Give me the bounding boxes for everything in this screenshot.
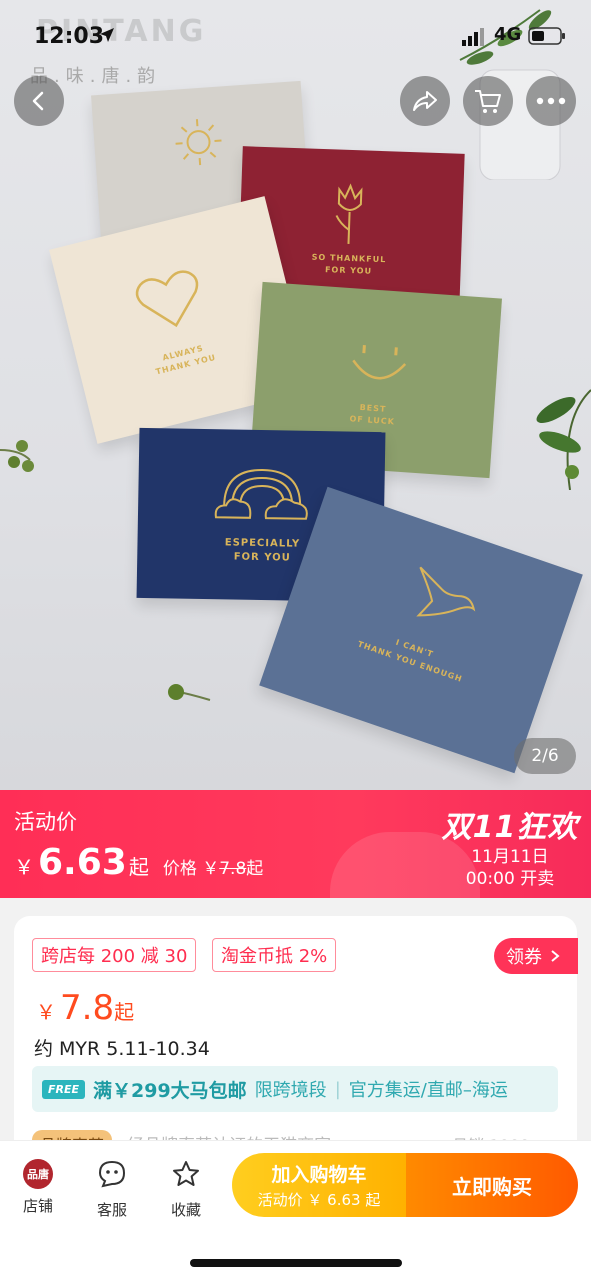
get-coupon-label: 领券 — [506, 947, 542, 968]
cart-button[interactable] — [463, 76, 513, 126]
favorite-label: 收藏 — [170, 1201, 201, 1219]
price-suffix: 起 — [128, 855, 149, 879]
add-to-cart-price: 活动价 ￥ 6.63 起 — [257, 1191, 381, 1209]
card-text-line-2: OF LUCK — [349, 414, 396, 427]
heart-icon — [135, 270, 199, 328]
back-button[interactable] — [14, 76, 64, 126]
smile-icon — [352, 345, 407, 380]
shipping-main-text: 满￥299大马包邮 — [93, 1079, 247, 1102]
card-text-line-2: FOR YOU — [324, 265, 373, 276]
buy-now-button[interactable]: 立即购买 — [406, 1153, 578, 1217]
image-page-indicator: 2/6 — [514, 738, 576, 774]
product-price-value: 7.8 — [60, 988, 115, 1028]
berry-branch-left — [0, 440, 34, 472]
location-arrow-icon — [100, 28, 114, 42]
promo-label: 活动价 — [14, 810, 77, 834]
product-info-panel: 跨店每 200 减 30 淘金币抵 2% 领券 ￥ 7.8起 约 MYR 5.11… — [14, 916, 578, 1176]
promo-banner: 活动价 ￥ 6.63 起价格 ￥7.8起 双11狂欢 11月11日 00:00 开卖 — [0, 790, 591, 898]
product-price: ￥ 7.8起 — [36, 988, 134, 1028]
promo-price: ￥ 6.63 起价格 ￥7.8起 — [14, 842, 263, 883]
free-shipping-icon: FREE — [42, 1079, 86, 1099]
original-price-value: 7.8 — [219, 859, 247, 879]
card-text-line-1: SO THANKFUL — [311, 252, 387, 265]
shop-label: 店铺 — [22, 1197, 53, 1215]
price-suffix: 起 — [114, 1000, 135, 1024]
service-label: 客服 — [96, 1201, 127, 1219]
original-price-label: 价格 ￥ — [162, 859, 220, 879]
signal-icon — [462, 28, 484, 46]
customer-service-button[interactable]: 客服 — [82, 1159, 142, 1220]
dove-icon — [416, 566, 476, 617]
discount-tag[interactable]: 跨店每 200 减 30 — [32, 938, 197, 972]
add-to-cart-button[interactable]: 加入购物车 活动价 ￥ 6.63 起 — [232, 1153, 406, 1217]
star-icon — [173, 1161, 199, 1186]
shop-icon: 品唐 — [23, 1159, 53, 1189]
event-time: 00:00 开卖 — [465, 869, 555, 889]
share-button[interactable] — [400, 76, 450, 126]
currency-symbol: ￥ — [14, 855, 34, 879]
original-price-suffix: 起 — [246, 859, 264, 879]
add-to-cart-label: 加入购物车 — [271, 1164, 367, 1186]
shop-button[interactable]: 品唐 店铺 — [8, 1159, 68, 1216]
chevron-left-icon — [32, 91, 44, 111]
card-text-line-1: ESPECIALLY — [224, 537, 301, 550]
chat-face-icon — [98, 1160, 126, 1188]
chevron-right-icon — [551, 950, 560, 962]
network-type: 4G — [494, 24, 522, 45]
more-dots-icon — [536, 97, 566, 105]
coin-tag[interactable]: 淘金币抵 2% — [212, 938, 337, 972]
favorite-button[interactable]: 收藏 — [156, 1159, 216, 1220]
sun-icon — [175, 119, 222, 166]
promo-price-value: 6.63 — [38, 842, 127, 883]
event-title: 双11狂欢 — [441, 810, 579, 845]
product-page: PINTANG 品.味.唐.韵 SO THANKFUL FOR YOU ALWA… — [0, 0, 591, 1280]
clock: 12:03 — [34, 24, 105, 49]
cart-icon — [475, 90, 501, 113]
more-button[interactable] — [526, 76, 576, 126]
myr-price: 约 MYR 5.11-10.34 — [34, 1038, 210, 1060]
tulip-icon — [335, 183, 363, 244]
status-bar: 12:03 4G — [0, 0, 591, 70]
leaf-branch-right — [536, 389, 591, 490]
shipping-info[interactable]: FREE 满￥299大马包邮 限跨境段 | 官方集运/直邮–海运 — [32, 1066, 558, 1112]
battery-icon — [528, 27, 565, 45]
home-indicator[interactable] — [190, 1259, 402, 1267]
separator: | — [334, 1078, 341, 1100]
shipping-sub-text-1: 限跨境段 — [254, 1080, 327, 1101]
get-coupon-button[interactable]: 领券 — [494, 938, 578, 974]
share-icon — [413, 91, 437, 111]
rainbow-icon — [214, 469, 308, 520]
bottom-action-bar: 品唐 店铺 客服 收藏 加入购物车 活动价 ￥ 6.63 起 立即购买 — [0, 1140, 591, 1280]
berry-branch-bottom — [168, 684, 211, 701]
shipping-sub-text-2: 官方集运/直邮–海运 — [348, 1080, 508, 1101]
currency-symbol: ￥ — [36, 1000, 56, 1024]
